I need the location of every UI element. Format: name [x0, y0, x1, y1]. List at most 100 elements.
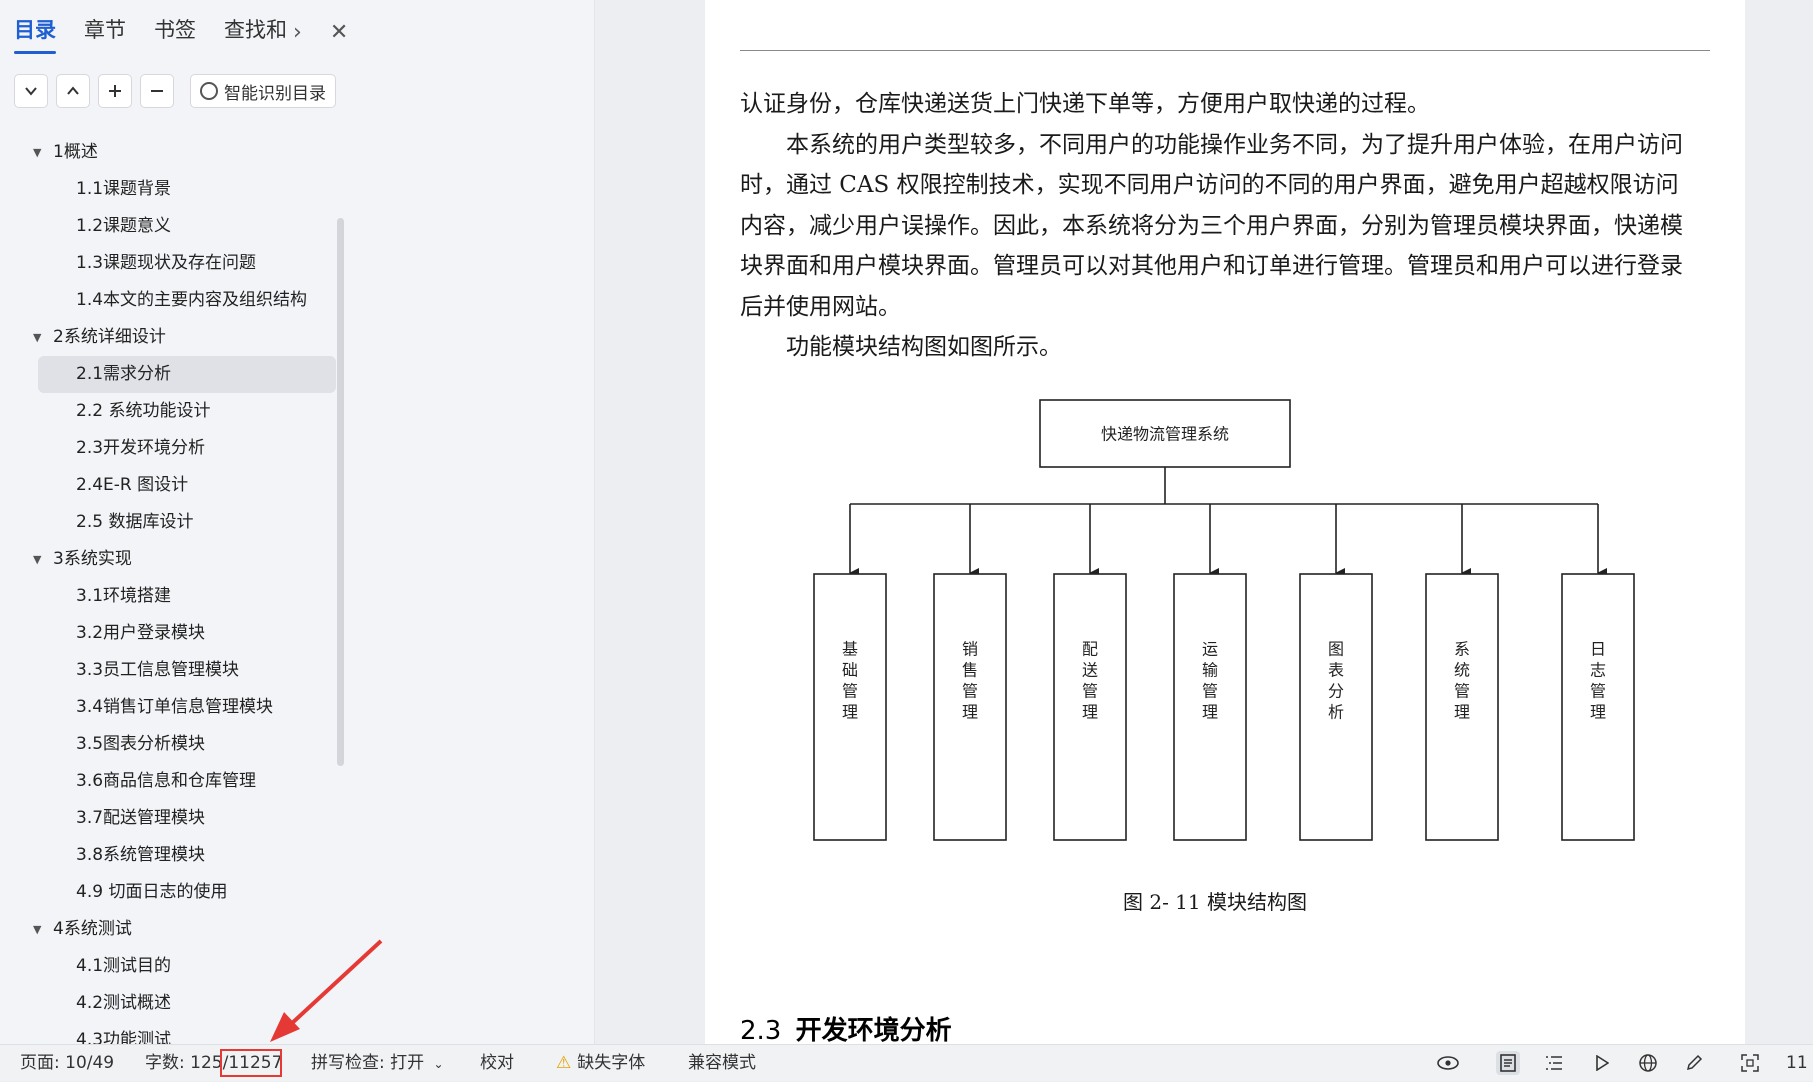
promote-button[interactable] [56, 74, 90, 108]
expand-caret-icon[interactable]: ▼ [33, 319, 41, 356]
missing-font-label: 缺失字体 [577, 1053, 646, 1073]
toc-item[interactable]: 2.3开发环境分析 [0, 430, 340, 467]
toc-label: 4.2测试概述 [76, 993, 172, 1013]
tab-find-replace[interactable]: 查找和 [224, 14, 287, 50]
toc-toolbar: 智能识别目录 [14, 74, 336, 108]
page-view-icon[interactable] [1496, 1051, 1520, 1075]
toc-heading[interactable]: ▼ 2系统详细设计 [0, 319, 340, 356]
nav-tabs: 目录 章节 书签 查找和 › ✕ [14, 12, 348, 54]
toc-list: ▼ 1概述 1.1课题背景 1.2课题意义 1.3课题现状及存在问题 1.4本文的主要内容… [0, 134, 340, 1059]
toc-heading[interactable]: ▼ 1概述 [0, 134, 340, 171]
chevron-down-icon [25, 87, 37, 96]
minus-icon [151, 90, 163, 92]
spell-check-toggle[interactable]: 拼写检查: 打开 ⌄ [311, 1045, 444, 1081]
document-area: 认证身份，仓库快递送货上门快递下单等，方便用户取快递的过程。 本系统的用户类型较… [595, 0, 1813, 1044]
diagram-root-label: 快递物流管理系统 [1101, 425, 1229, 444]
toc-label: 1.2课题意义 [76, 216, 172, 236]
toc-label: 3.8系统管理模块 [76, 845, 206, 865]
pen-icon[interactable] [1682, 1051, 1706, 1075]
toc-label: 3.6商品信息和仓库管理 [76, 771, 257, 791]
expand-caret-icon[interactable]: ▼ [33, 134, 41, 171]
section-heading: 2.3 开发环境分析 [740, 1010, 952, 1044]
toc-item[interactable]: 3.8系统管理模块 [0, 837, 340, 874]
toc-item[interactable]: 3.7配送管理模块 [0, 800, 340, 837]
navigation-pane: 目录 章节 书签 查找和 › ✕ 智能识别目录 ▼ 1概述 1.1课题背景 1.2课题… [0, 0, 595, 1050]
toc-item[interactable]: 1.1课题背景 [0, 171, 340, 208]
toc-item[interactable]: 4.1测试目的 [0, 948, 340, 985]
toc-item[interactable]: 3.5图表分析模块 [0, 726, 340, 763]
chevron-down-icon: ⌄ [433, 1057, 444, 1071]
toc-item[interactable]: 3.6商品信息和仓库管理 [0, 763, 340, 800]
outline-view-icon[interactable] [1542, 1051, 1566, 1075]
demote-button[interactable] [14, 74, 48, 108]
toc-heading[interactable]: ▼ 4系统测试 [0, 911, 340, 948]
smart-recognize-icon [200, 82, 218, 100]
toc-label: 3.4销售订单信息管理模块 [76, 697, 274, 717]
toc-label: 1.4本文的主要内容及组织结构 [76, 290, 308, 310]
toc-label: 1.1课题背景 [76, 179, 172, 199]
word-count-label: 字数: 125 [145, 1053, 223, 1073]
eye-icon[interactable] [1436, 1051, 1460, 1075]
zoom-level[interactable]: 11 [1786, 1045, 1808, 1081]
toc-label: 2.1需求分析 [76, 364, 172, 384]
toc-item[interactable]: 3.1环境搭建 [0, 578, 340, 615]
expand-caret-icon[interactable]: ▼ [33, 541, 41, 578]
compat-mode-label: 兼容模式 [688, 1053, 756, 1073]
toc-item[interactable]: 1.3课题现状及存在问题 [0, 245, 340, 282]
missing-font-button[interactable]: ⚠ 缺失字体 [556, 1045, 645, 1081]
spell-check-label: 拼写检查: 打开 [311, 1053, 425, 1073]
toc-label: 1概述 [53, 142, 98, 162]
toc-label: 2.3开发环境分析 [76, 438, 206, 458]
add-heading-button[interactable] [98, 74, 132, 108]
toc-item[interactable]: 2.5 数据库设计 [0, 504, 340, 541]
toc-label: 3.3员工信息管理模块 [76, 660, 240, 680]
toc-label: 3.5图表分析模块 [76, 734, 206, 754]
toc-item[interactable]: 2.1需求分析 [38, 356, 336, 393]
word-count-highlight [220, 1049, 282, 1077]
figure-caption: 图 2- 11 模块结构图 [1122, 890, 1307, 914]
toc-item[interactable]: 2.2 系统功能设计 [0, 393, 340, 430]
module-structure-figure: 快递物流管理系统 基础管理 销售管理 配送管理 运输管理 图表分析 系统管理 日志管理 图 2… [740, 0, 1690, 1044]
toc-heading[interactable]: ▼ 3系统实现 [0, 541, 340, 578]
module-structure-diagram: 快递物流管理系统基础管理销售管理配送管理运输管理图表分析系统管理日志管理 [813, 399, 1635, 841]
tab-bookmarks[interactable]: 书签 [154, 14, 196, 50]
globe-icon[interactable] [1636, 1051, 1660, 1075]
proofread-button[interactable]: 校对 [480, 1045, 514, 1081]
tab-chapters[interactable]: 章节 [84, 14, 126, 50]
toc-label: 4.9 切面日志的使用 [76, 882, 228, 902]
toc-item[interactable]: 2.4E-R 图设计 [0, 467, 340, 504]
expand-caret-icon[interactable]: ▼ [33, 911, 41, 948]
toc-label: 3系统实现 [53, 549, 132, 569]
toc-scrollbar[interactable] [337, 218, 344, 766]
toc-label: 4系统测试 [53, 919, 132, 939]
toc-item[interactable]: 4.2测试概述 [0, 985, 340, 1022]
section-title-text: 开发环境分析 [795, 1016, 952, 1044]
play-icon[interactable] [1590, 1051, 1614, 1075]
toc-item[interactable]: 4.9 切面日志的使用 [0, 874, 340, 911]
toc-label: 1.3课题现状及存在问题 [76, 253, 257, 273]
smart-toc-label: 智能识别目录 [224, 83, 326, 104]
close-icon[interactable]: ✕ [330, 20, 348, 45]
toc-item[interactable]: 1.4本文的主要内容及组织结构 [0, 282, 340, 319]
toc-item[interactable]: 3.3员工信息管理模块 [0, 652, 340, 689]
warning-icon: ⚠ [556, 1053, 572, 1073]
toc-label: 2.4E-R 图设计 [76, 475, 189, 495]
toc-item[interactable]: 3.2用户登录模块 [0, 615, 340, 652]
page-indicator[interactable]: 页面: 10/49 [20, 1045, 114, 1081]
section-number: 2.3 [740, 1016, 782, 1044]
toc-label: 4.1测试目的 [76, 956, 172, 976]
toc-item[interactable]: 3.4销售订单信息管理模块 [0, 689, 340, 726]
chevron-right-icon[interactable]: › [293, 20, 302, 45]
remove-heading-button[interactable] [140, 74, 174, 108]
toc-label: 3.1环境搭建 [76, 586, 172, 606]
document-page: 认证身份，仓库快递送货上门快递下单等，方便用户取快递的过程。 本系统的用户类型较… [705, 0, 1745, 1044]
toc-label: 2.5 数据库设计 [76, 512, 194, 532]
fullscreen-icon[interactable] [1738, 1051, 1762, 1075]
toc-label: 3.2用户登录模块 [76, 623, 206, 643]
toc-item[interactable]: 1.2课题意义 [0, 208, 340, 245]
chevron-up-icon [67, 86, 79, 95]
smart-toc-button[interactable]: 智能识别目录 [190, 74, 336, 108]
status-bar: 页面: 10/49 字数: 125/11257 拼写检查: 打开 ⌄ 校对 ⚠ 缺… [0, 1044, 1813, 1081]
toc-label: 2.2 系统功能设计 [76, 401, 211, 421]
tab-toc[interactable]: 目录 [14, 14, 56, 54]
